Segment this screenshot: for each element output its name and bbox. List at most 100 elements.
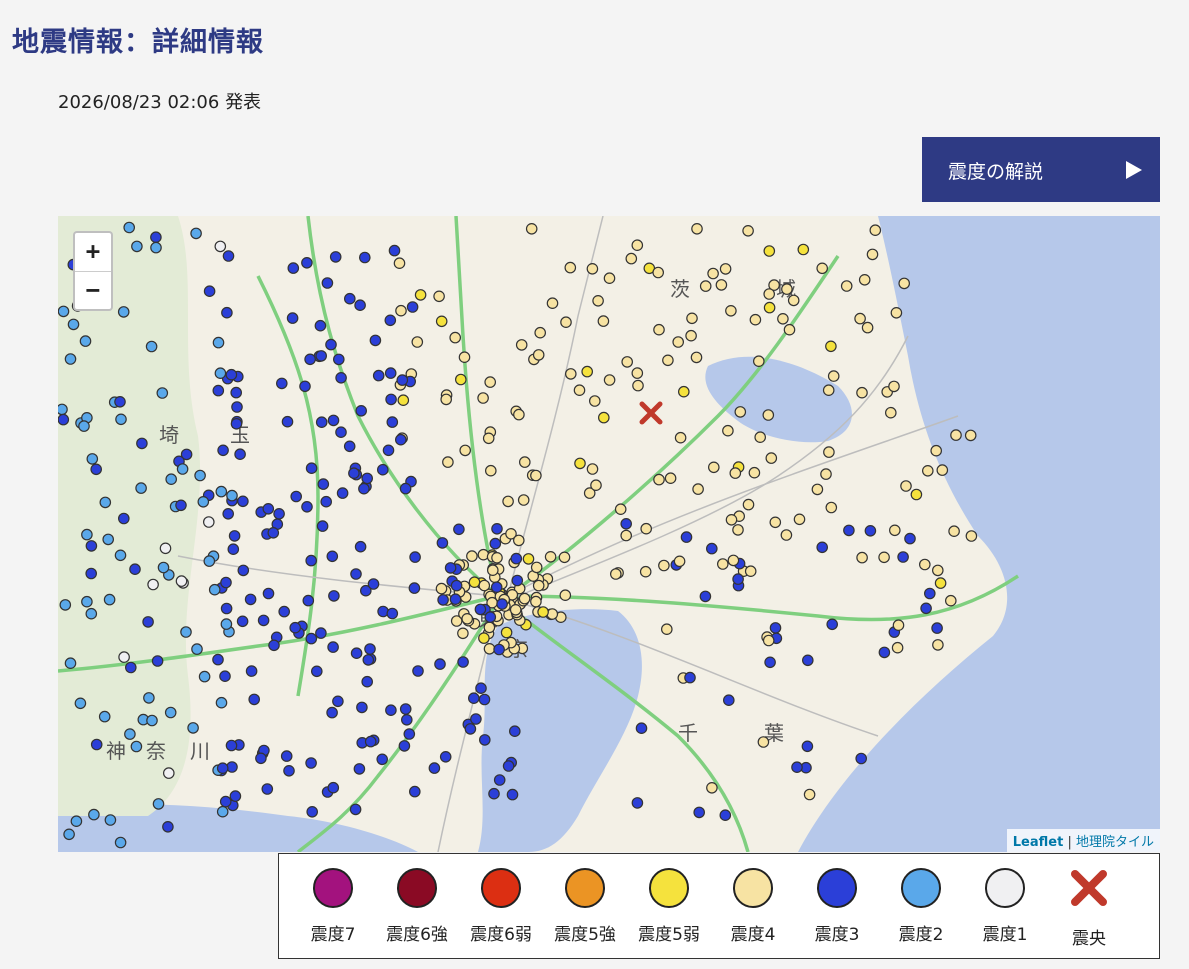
station-marker [522, 553, 535, 565]
leaflet-link[interactable]: Leaflet [1013, 835, 1064, 850]
station-marker [532, 349, 545, 361]
station-marker [826, 618, 838, 631]
station-marker [518, 456, 531, 468]
station-marker [230, 418, 243, 430]
station-marker [787, 294, 800, 307]
station-marker [866, 248, 879, 261]
station-marker [261, 783, 274, 795]
station-marker [142, 616, 154, 628]
station-marker [203, 555, 216, 567]
station-marker [310, 665, 323, 678]
station-marker [614, 503, 627, 515]
station-marker [484, 376, 496, 388]
station-marker [892, 619, 905, 631]
station-marker [350, 568, 362, 580]
station-marker [280, 750, 293, 762]
map-canvas[interactable]: 茨 城 玉 埼 神 奈 川 千 葉 東 京 [58, 216, 1160, 852]
station-marker [458, 351, 471, 363]
station-marker [175, 575, 188, 587]
station-marker [325, 338, 337, 351]
station-marker [475, 682, 487, 694]
legend-item: 震度3 [797, 868, 877, 945]
legend-item: 震度2 [881, 868, 961, 945]
station-marker [267, 526, 280, 539]
station-marker [725, 305, 737, 317]
station-marker [215, 696, 228, 709]
station-marker [219, 795, 232, 808]
station-marker [221, 306, 233, 319]
station-marker [159, 542, 172, 555]
station-marker [825, 501, 838, 514]
station-marker [483, 621, 496, 634]
station-marker [129, 563, 141, 575]
station-marker [58, 403, 68, 416]
station-marker [90, 463, 102, 476]
station-marker [854, 312, 866, 325]
station-marker [506, 788, 519, 801]
station-marker [693, 806, 705, 819]
station-marker [457, 656, 469, 668]
label-kanagawa-1: 神 [106, 739, 126, 763]
station-marker [384, 314, 397, 327]
legend-swatch [313, 868, 353, 908]
station-marker [797, 243, 810, 256]
station-marker [484, 464, 497, 477]
station-marker [262, 587, 275, 600]
station-marker [822, 384, 835, 396]
station-marker [281, 415, 294, 428]
gsi-tiles-link[interactable]: 地理院タイル [1076, 835, 1154, 850]
station-marker [406, 301, 419, 313]
station-marker [680, 531, 693, 543]
station-marker [478, 693, 491, 706]
zoom-in-button[interactable]: + [75, 233, 111, 272]
station-marker [287, 262, 300, 274]
station-marker [220, 602, 233, 615]
station-marker [483, 642, 496, 655]
station-marker [705, 542, 718, 555]
station-marker [621, 356, 633, 368]
station-marker [147, 578, 159, 591]
station-marker [861, 321, 874, 334]
station-marker [361, 675, 373, 688]
attribution-separator: | [1067, 835, 1072, 850]
station-marker [944, 594, 957, 607]
station-marker [674, 431, 687, 444]
station-marker [262, 502, 275, 515]
station-marker [117, 306, 130, 318]
station-marker [435, 315, 448, 328]
station-marker [820, 468, 832, 480]
station-marker [315, 416, 328, 428]
station-marker [459, 444, 471, 457]
station-marker [574, 457, 586, 470]
station-marker [273, 507, 285, 520]
station-marker [393, 257, 406, 269]
station-marker [321, 277, 334, 289]
station-marker [478, 579, 491, 592]
legend-item: 震度5強 [545, 868, 625, 945]
station-marker [780, 529, 793, 541]
station-marker [222, 250, 235, 262]
station-marker [364, 735, 377, 748]
station-marker [299, 380, 311, 393]
zoom-out-button[interactable]: − [75, 272, 111, 310]
shindo-explanation-button[interactable]: 震度の解説 [922, 137, 1160, 202]
station-marker [278, 605, 290, 618]
station-marker [114, 549, 127, 562]
map[interactable]: 茨 城 玉 埼 神 奈 川 千 葉 東 京 + − Leaflet | 地理院タ… [58, 216, 1160, 852]
map-attribution: Leaflet | 地理院タイル [1006, 829, 1160, 852]
station-marker [588, 395, 601, 407]
legend-swatch [565, 868, 605, 908]
station-marker [478, 734, 491, 746]
station-marker [212, 653, 224, 666]
label-chiba-1: 千 [678, 721, 698, 745]
label-kanagawa-2: 奈 [146, 739, 166, 763]
station-marker [530, 469, 542, 482]
station-marker [765, 452, 778, 464]
station-marker [78, 420, 90, 432]
station-marker [326, 550, 339, 563]
station-marker [482, 432, 495, 445]
station-marker [823, 446, 835, 458]
station-marker [898, 277, 910, 290]
station-marker [150, 231, 162, 243]
station-marker [356, 701, 368, 714]
